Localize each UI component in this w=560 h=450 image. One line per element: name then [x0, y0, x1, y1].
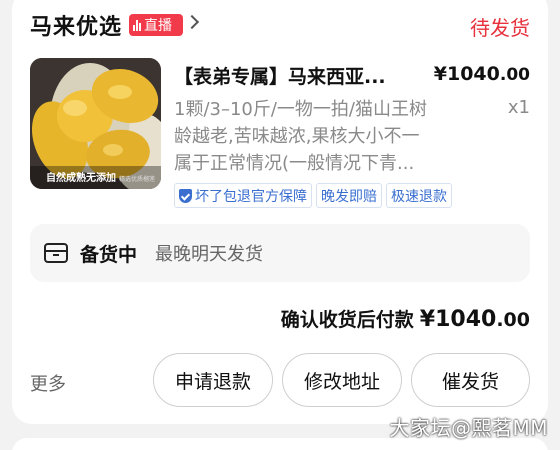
- stock-label: 备货中: [80, 243, 138, 266]
- urge-shipping-button[interactable]: 催发货: [411, 353, 530, 407]
- spec-line: 1颗/3–10斤/一物一拍/猫山王树: [174, 99, 428, 120]
- stock-status-box[interactable]: 备货中 最晚明天发货: [30, 224, 530, 282]
- price-decimal: .00: [499, 65, 530, 85]
- product-spec[interactable]: 1颗/3–10斤/一物一拍/猫山王树 龄越老,苦味越浓,果核大小不一 属于正常情…: [174, 96, 474, 177]
- tag-label: 晚发即赔: [321, 188, 377, 205]
- more-button[interactable]: 更多: [30, 370, 66, 396]
- tag-fast-refund[interactable]: 极速退款: [386, 183, 452, 208]
- payment-amount: ¥1040.00: [420, 307, 530, 332]
- refund-button[interactable]: 申请退款: [153, 353, 273, 407]
- product-quantity: x1: [507, 97, 530, 118]
- payment-label: 确认收货后付款: [280, 309, 414, 331]
- product-image[interactable]: 自然成熟无添加 精选优质榴莲: [30, 58, 161, 189]
- change-address-button[interactable]: 修改地址: [282, 353, 402, 407]
- tag-late-compensation[interactable]: 晚发即赔: [316, 183, 382, 208]
- package-icon: [44, 243, 68, 263]
- tag-guarantee[interactable]: 坏了包退官方保障: [174, 183, 312, 208]
- order-status: 待发货: [470, 16, 530, 40]
- payment-row: 确认收货后付款 ¥1040.00: [281, 305, 530, 332]
- payment-amount-decimal: .00: [496, 309, 530, 331]
- tag-label: 极速退款: [391, 188, 447, 205]
- live-badge[interactable]: 直播: [129, 14, 183, 36]
- product-image-caption: 自然成熟无添加: [46, 173, 116, 184]
- live-badge-label: 直播: [144, 18, 172, 34]
- product-title[interactable]: 【表弟专属】马来西亚...: [174, 62, 414, 89]
- product-price: ¥1040.00: [434, 63, 530, 85]
- price-main: ¥1040: [433, 63, 500, 85]
- shield-check-icon: [179, 188, 192, 203]
- payment-amount-main: ¥1040: [419, 307, 497, 332]
- watermark: 大家坛@熙茗MM: [389, 416, 548, 440]
- service-tags: 坏了包退官方保障 晚发即赔 极速退款: [174, 183, 452, 208]
- tag-label: 坏了包退官方保障: [195, 188, 307, 205]
- product-image-caption-small: 精选优质榴莲: [118, 176, 155, 183]
- stock-note: 最晚明天发货: [155, 244, 264, 265]
- shop-name[interactable]: 马来优选: [30, 9, 122, 41]
- spec-line: 属于正常情况(一般情况下青...: [174, 153, 415, 174]
- spec-line: 龄越老,苦味越浓,果核大小不一: [174, 126, 420, 147]
- live-bars-icon: [133, 19, 141, 31]
